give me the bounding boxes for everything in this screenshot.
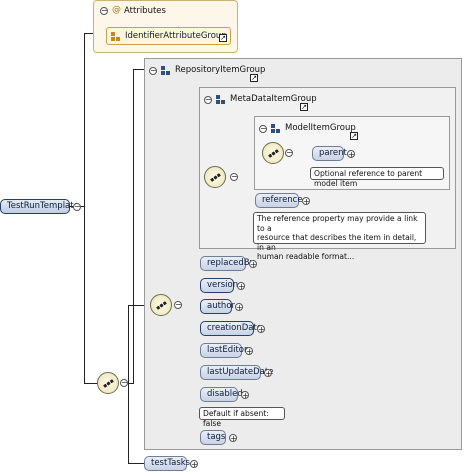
reference-doc-note: The reference property may provide a lin…	[253, 212, 426, 261]
element-lasteditor[interactable]: lastEditor	[200, 343, 248, 358]
sequence-icon	[150, 294, 172, 316]
link-icon[interactable]: ↗	[350, 132, 358, 140]
element-lastupdatedate[interactable]: lastUpdateDate	[200, 365, 273, 380]
expand-icon[interactable]: +	[190, 460, 198, 469]
element-creationdate[interactable]: creationDate	[200, 321, 262, 336]
expand-icon[interactable]: +	[237, 282, 245, 291]
element-reference[interactable]: reference	[255, 193, 303, 208]
expand-icon[interactable]: +	[302, 197, 310, 206]
root-element-testruntemplate[interactable]: TestRunTemplate	[0, 199, 79, 214]
attributes-title: Attributes	[124, 6, 166, 16]
collapse-icon[interactable]: −	[230, 173, 238, 181]
expand-icon[interactable]: +	[241, 391, 249, 400]
expand-icon[interactable]: +	[235, 303, 243, 312]
element-disabled[interactable]: disabled	[200, 387, 243, 402]
expand-icon[interactable]: +	[257, 325, 265, 334]
connector-line	[84, 383, 97, 384]
reference-doc-line: human readable format...	[257, 252, 355, 261]
expand-icon[interactable]: +	[249, 260, 257, 269]
group-icon	[271, 124, 280, 133]
group-icon	[216, 95, 225, 104]
attributes-icon: @	[112, 5, 121, 15]
collapse-icon[interactable]: −	[285, 149, 293, 157]
collapse-icon[interactable]: −	[149, 67, 157, 75]
connector-line	[128, 305, 129, 463]
connector-line	[128, 463, 144, 464]
expand-icon[interactable]: +	[245, 347, 253, 356]
element-version[interactable]: version	[200, 278, 238, 293]
element-replacedby[interactable]: replacedBy	[200, 256, 255, 271]
element-testtasks[interactable]: testTasks	[144, 456, 190, 471]
element-tags[interactable]: tags	[200, 430, 226, 445]
link-icon[interactable]: ↗	[219, 34, 227, 42]
identifier-attribute-group[interactable]: IdentifierAttributeGroup ↗	[106, 27, 231, 45]
expand-icon[interactable]: +	[264, 369, 272, 378]
collapse-icon[interactable]: −	[73, 203, 81, 211]
sequence-icon	[97, 372, 119, 394]
attribute-group-icon	[111, 32, 120, 41]
sequence-icon	[262, 142, 284, 164]
reference-doc-line: The reference property may provide a lin…	[257, 214, 418, 233]
collapse-icon[interactable]: −	[120, 379, 128, 387]
parent-doc-note: Optional reference to parent model item	[310, 167, 444, 188]
model-item-group-title: ModelItemGroup	[285, 123, 356, 133]
collapse-icon[interactable]: −	[204, 96, 212, 104]
collapse-icon[interactable]: −	[174, 301, 182, 309]
link-icon[interactable]: ↗	[300, 103, 308, 111]
connector-line	[133, 69, 134, 384]
link-icon[interactable]: ↗	[250, 74, 258, 82]
sequence-icon	[204, 166, 226, 188]
reference-doc-line: resource that describes the item in deta…	[257, 233, 417, 252]
disabled-doc-note: Default if absent: false	[199, 407, 285, 428]
expand-icon[interactable]: +	[229, 434, 237, 443]
element-author[interactable]: author	[200, 299, 235, 314]
collapse-icon[interactable]: −	[259, 125, 267, 133]
collapse-icon[interactable]: −	[100, 7, 108, 15]
expand-icon[interactable]: +	[347, 150, 355, 159]
attributes-box: − @ Attributes IdentifierAttributeGroup …	[93, 0, 238, 53]
connector-line	[84, 33, 85, 383]
identifier-attribute-group-label: IdentifierAttributeGroup	[125, 31, 227, 41]
group-icon	[161, 66, 170, 75]
element-parent[interactable]: parent	[312, 146, 347, 161]
